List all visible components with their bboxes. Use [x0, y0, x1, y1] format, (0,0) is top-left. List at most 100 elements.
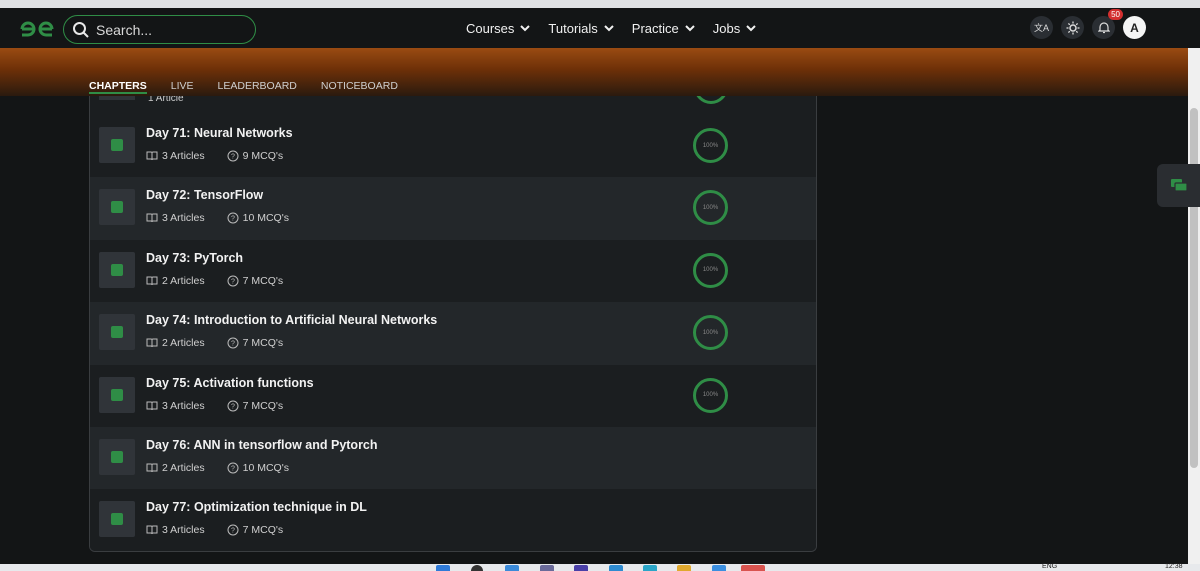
search-box[interactable] — [63, 15, 256, 44]
progress-percent: 100% — [702, 142, 719, 149]
menu-tutorials-label: Tutorials — [548, 20, 598, 36]
articles-count: 2 Articles — [162, 461, 205, 474]
search-input[interactable] — [96, 21, 246, 38]
chapter-meta: 3 Articles ? 10 MCQ's — [146, 212, 311, 224]
mcqs-count: 7 MCQ's — [242, 274, 284, 287]
articles-count: 3 Articles — [162, 524, 205, 537]
chat-button[interactable] — [1157, 164, 1200, 207]
articles-group: 3 Articles — [146, 212, 205, 224]
svg-text:?: ? — [231, 216, 235, 223]
chapter-title[interactable]: Day 72: TensorFlow — [146, 188, 263, 202]
question-icon: ? — [227, 524, 239, 536]
question-icon: ? — [227, 212, 239, 224]
progress-ring: 100% — [693, 190, 728, 226]
chapter-row[interactable]: Day 76: ANN in tensorflow and Pytorch 2 … — [90, 426, 816, 490]
taskbar-app-icon[interactable] — [712, 565, 726, 571]
mcqs-group: ? 7 MCQ's — [227, 337, 284, 350]
chapter-title[interactable]: Day 74: Introduction to Artificial Neura… — [146, 313, 437, 327]
svg-text:?: ? — [231, 341, 235, 348]
avatar[interactable]: A — [1123, 16, 1146, 39]
book-icon — [146, 338, 158, 348]
chapter-row[interactable]: Day 71: Neural Networks 3 Articles ? 9 M… — [90, 115, 816, 178]
browser-top-strip — [0, 0, 1200, 8]
notifications-button[interactable]: 50 — [1092, 9, 1123, 39]
chapter-title[interactable]: Day 71: Neural Networks — [146, 126, 293, 140]
chapter-meta: 2 Articles ? 10 MCQ's — [146, 462, 311, 474]
taskbar-app-icon[interactable] — [741, 565, 765, 571]
mcqs-count: 7 MCQ's — [242, 399, 284, 412]
tab-live[interactable]: LIVE — [171, 80, 194, 94]
gfg-thumb-icon — [111, 263, 123, 276]
taskbar-app-icon[interactable] — [540, 565, 554, 571]
progress-ring: 100% — [693, 315, 728, 351]
menu-jobs[interactable]: Jobs — [713, 21, 756, 36]
chevron-down-icon — [685, 24, 695, 31]
articles-group: 2 Articles — [146, 337, 205, 349]
header-tools: 文A 50 A — [1030, 9, 1146, 39]
chapter-row[interactable]: Day 77: Optimization technique in DL 3 A… — [90, 489, 816, 551]
menu-tutorials[interactable]: Tutorials — [548, 20, 614, 36]
mcqs-count: 7 MCQ's — [242, 337, 284, 350]
chapter-row[interactable]: Day 73: PyTorch 2 Articles ? 7 MCQ's 100… — [90, 239, 816, 303]
progress-ring: 100% — [693, 252, 728, 288]
clock[interactable]: 12:38 — [1165, 563, 1183, 570]
taskbar-app-icon[interactable] — [574, 565, 588, 571]
list-item-partial[interactable]: 1 Article — [90, 96, 816, 115]
windows-start-icon[interactable] — [436, 565, 450, 571]
menu-courses[interactable]: Courses — [466, 20, 531, 36]
scrollbar-thumb[interactable] — [1190, 108, 1198, 468]
mcqs-group: ? 7 MCQ's — [227, 524, 283, 536]
menu-practice[interactable]: Practice — [632, 21, 695, 36]
main-menu: Courses Tutorials Practice Jobs — [466, 8, 756, 48]
question-icon: ? — [227, 462, 239, 474]
taskbar-app-icon[interactable] — [677, 565, 691, 571]
taskbar-app-icon[interactable] — [505, 565, 519, 571]
menu-courses-label: Courses — [466, 20, 515, 36]
gfg-thumb-icon — [111, 388, 123, 401]
page-scrollbar[interactable] — [1188, 48, 1200, 564]
tab-noticeboard[interactable]: NOTICEBOARD — [321, 80, 398, 94]
mcqs-group: ? 10 MCQ's — [227, 212, 289, 224]
articles-count: 2 Articles — [162, 337, 205, 350]
articles-group: 3 Articles — [146, 400, 205, 412]
chapter-thumbnail — [99, 438, 135, 475]
chapter-thumbnail — [99, 314, 135, 351]
theme-toggle-button[interactable] — [1061, 16, 1084, 39]
question-icon: ? — [227, 150, 239, 162]
articles-count: 3 Articles — [162, 150, 205, 162]
book-icon — [146, 401, 158, 410]
articles-group: 3 Articles — [146, 150, 205, 162]
language-indicator[interactable]: ENG — [1042, 563, 1057, 570]
menu-practice-label: Practice — [631, 20, 679, 36]
chapter-meta: 3 Articles ? 7 MCQ's — [146, 524, 305, 536]
question-icon: ? — [227, 337, 239, 349]
gfg-thumb-icon — [111, 201, 123, 214]
tab-chapters[interactable]: CHAPTERS — [89, 80, 147, 94]
gfg-thumb-icon — [111, 450, 123, 463]
translate-button[interactable]: 文A — [1030, 16, 1053, 39]
gfg-logo-icon[interactable] — [18, 18, 56, 40]
chapter-title[interactable]: Day 75: Activation functions — [146, 376, 314, 390]
svg-text:?: ? — [231, 403, 235, 410]
chapter-row[interactable]: Day 75: Activation functions 3 Articles … — [90, 364, 816, 427]
chapter-row[interactable]: Day 74: Introduction to Artificial Neura… — [90, 302, 816, 365]
taskbar-app-icon[interactable] — [643, 565, 657, 571]
taskbar-app-icon[interactable] — [471, 565, 483, 571]
articles-group: 2 Articles — [146, 275, 205, 287]
mcqs-group: ? 9 MCQ's — [227, 150, 283, 162]
tab-leaderboard[interactable]: LEADERBOARD — [218, 80, 297, 94]
mcqs-group: ? 10 MCQ's — [227, 462, 289, 474]
book-icon — [146, 276, 158, 285]
chapter-row[interactable]: Day 72: TensorFlow 3 Articles ? 10 MCQ's… — [90, 177, 816, 240]
book-icon — [146, 463, 158, 473]
taskbar-app-icon[interactable] — [609, 565, 623, 571]
chapter-title[interactable]: Day 76: ANN in tensorflow and Pytorch — [146, 438, 378, 452]
chapter-title[interactable]: Day 77: Optimization technique in DL — [146, 500, 367, 514]
chapter-title[interactable]: Day 73: PyTorch — [146, 251, 243, 265]
book-icon — [146, 151, 158, 161]
chapter-thumbnail — [99, 501, 135, 538]
os-taskbar — [0, 564, 1200, 571]
chapter-list: 1 Article Day 71: Neural Networks 3 Arti… — [89, 96, 817, 552]
menu-jobs-label: Jobs — [712, 20, 741, 36]
articles-count: 3 Articles — [162, 399, 205, 412]
